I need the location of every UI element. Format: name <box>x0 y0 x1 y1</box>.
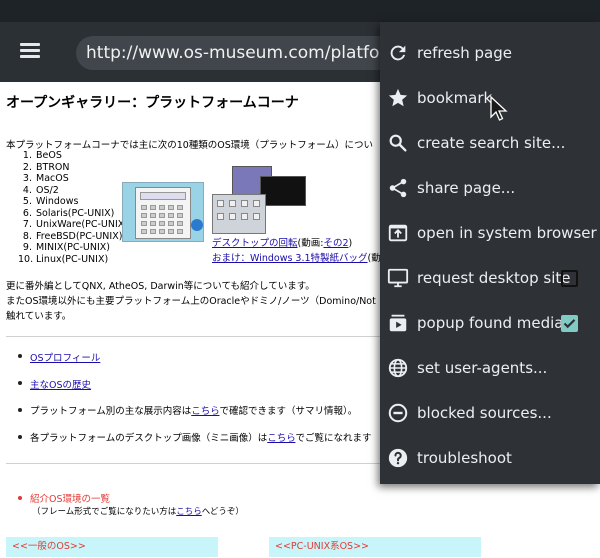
bullet <box>18 496 22 500</box>
desktop-caption: デスクトップの回転(動画:その2) <box>212 238 353 249</box>
desktop-thumb-icons <box>212 194 266 234</box>
search-icon <box>389 134 407 152</box>
dial-icon <box>191 219 203 231</box>
menu-item-share-page[interactable]: share page... <box>380 166 600 211</box>
summary-line: プラットフォーム別の主な展示内容はこちらで確認できます（サマリ情報）。 <box>30 406 358 417</box>
menu-item-refresh-page[interactable]: refresh page <box>380 31 600 76</box>
os-list-item: 10. Linux(PC-UNIX) <box>18 253 109 265</box>
request-desktop-site-checkbox[interactable] <box>561 270 578 287</box>
os-list-item: 5. Windows <box>22 196 79 207</box>
desktop-rotation-link[interactable]: デスクトップの回転 <box>212 238 298 249</box>
frame-link[interactable]: こちら <box>176 507 202 517</box>
menu-item-label: troubleshoot <box>417 449 512 467</box>
desktop-images-link[interactable]: こちら <box>267 433 295 444</box>
refresh-icon <box>390 45 406 61</box>
os-list-item: 2. BTRON <box>22 161 70 173</box>
desktop-images-line: 各プラットフォームのデスクトップ画像（ミニ画像）はこちらでご覧になれます <box>30 433 372 444</box>
paragraph-line: 触れています。 <box>6 311 72 322</box>
os-list-item: 8. FreeBSD(PC-UNIX) <box>22 230 123 242</box>
divider <box>6 463 386 464</box>
os-history-link[interactable]: 主なOSの歴史 <box>30 377 91 391</box>
page-title: オープンギャラリー：プラットフォームコーナ <box>6 95 299 111</box>
menu-item-troubleshoot[interactable]: troubleshoot <box>380 436 600 481</box>
intro-os-list-title: 紹介OS環境の一覧 <box>30 494 111 505</box>
calculator-image[interactable] <box>122 182 204 242</box>
desktop-thumb-terminal <box>260 176 306 206</box>
intro-text: 本プラットフォームコーナでは主に次の10種類のOS環境（プラットフォーム）につい <box>6 140 374 151</box>
menu-item-label: refresh page <box>417 44 512 62</box>
globe-icon <box>388 358 408 378</box>
frame-note: （フレーム形式でご覧になりたい方はこちらへどうぞ） <box>32 507 244 517</box>
check-icon <box>563 319 576 329</box>
os-list-item: 6. Solaris(PC-UNIX) <box>22 207 115 219</box>
menu-item-label: create search site... <box>417 134 566 152</box>
desktop-icon <box>387 268 409 288</box>
menu-item-label: popup found medias <box>417 314 572 332</box>
menu-item-label: blocked sources... <box>417 404 552 422</box>
browser-options-menu: refresh page bookmark create search site… <box>380 22 600 484</box>
paragraph-line: またOS環境以外にも主要プラットフォーム上のOracleやドミノ/ノーツ（Dom… <box>6 296 376 307</box>
status-bar <box>0 0 600 22</box>
divider <box>6 336 386 337</box>
menu-item-label: request desktop site <box>417 269 571 287</box>
open-external-icon <box>388 224 408 242</box>
pc-unix-os-header: <<PC-UNIX系OS>> <box>269 537 481 557</box>
help-icon <box>388 448 408 468</box>
share-icon <box>389 178 407 198</box>
menu-item-create-search-site[interactable]: create search site... <box>380 121 600 166</box>
hamburger-menu-icon[interactable] <box>20 40 46 64</box>
browser-screen: http://www.os-museum.com/platform.h オープン… <box>0 0 600 558</box>
os-list: 1. BeOS 2. BTRON 3. MacOS 4. OS/2 5. Windows … <box>18 150 128 265</box>
menu-item-open-in-system-browser[interactable]: open in system browser <box>380 211 600 256</box>
os-list-item: 9. MINIX(PC-UNIX) <box>22 242 110 253</box>
menu-item-label: share page... <box>417 179 516 197</box>
calculator-body <box>135 187 191 239</box>
os-profile-link[interactable]: OSプロフィール <box>30 350 100 364</box>
bullet <box>18 354 22 358</box>
star-icon <box>388 88 408 107</box>
url-bar[interactable]: http://www.os-museum.com/platform.h <box>76 36 406 70</box>
general-os-header: <<一般のOS>> <box>6 537 218 557</box>
popup-found-medias-checkbox[interactable] <box>561 315 578 332</box>
summary-link[interactable]: こちら <box>191 406 219 417</box>
calculator-display <box>140 192 186 200</box>
menu-item-blocked-sources[interactable]: blocked sources... <box>380 391 600 436</box>
menu-item-popup-found-medias[interactable]: popup found medias <box>380 301 600 346</box>
bullet <box>18 381 22 385</box>
menu-item-request-desktop-site[interactable]: request desktop site <box>380 256 600 301</box>
bullet <box>18 408 22 412</box>
menu-item-label: bookmark <box>417 89 493 107</box>
menu-item-label: set user-agents... <box>417 359 548 377</box>
menu-item-set-user-agents[interactable]: set user-agents... <box>380 346 600 391</box>
video-2-link[interactable]: その2 <box>323 238 348 249</box>
menu-item-label: open in system browser <box>417 224 597 242</box>
desktop-screenshots-image[interactable] <box>212 166 307 234</box>
mouse-pointer-icon <box>490 96 508 121</box>
bonus-link[interactable]: おまけ：Windows 3.1特製紙バッグ <box>212 253 368 264</box>
bonus-caption: おまけ：Windows 3.1特製紙バッグ(動 <box>212 253 381 264</box>
bullet <box>18 435 22 439</box>
os-list-item: 7. UnixWare(PC-UNIX) <box>22 219 128 230</box>
block-icon <box>388 403 408 423</box>
os-list-item: 4. OS/2 <box>22 184 59 196</box>
os-list-item: 1. BeOS <box>22 150 62 161</box>
media-icon <box>389 314 407 332</box>
paragraph-line: 更に番外編としてQNX, AtheOS, Darwin等についても紹介しています… <box>6 281 315 292</box>
os-list-item: 3. MacOS <box>22 173 69 184</box>
